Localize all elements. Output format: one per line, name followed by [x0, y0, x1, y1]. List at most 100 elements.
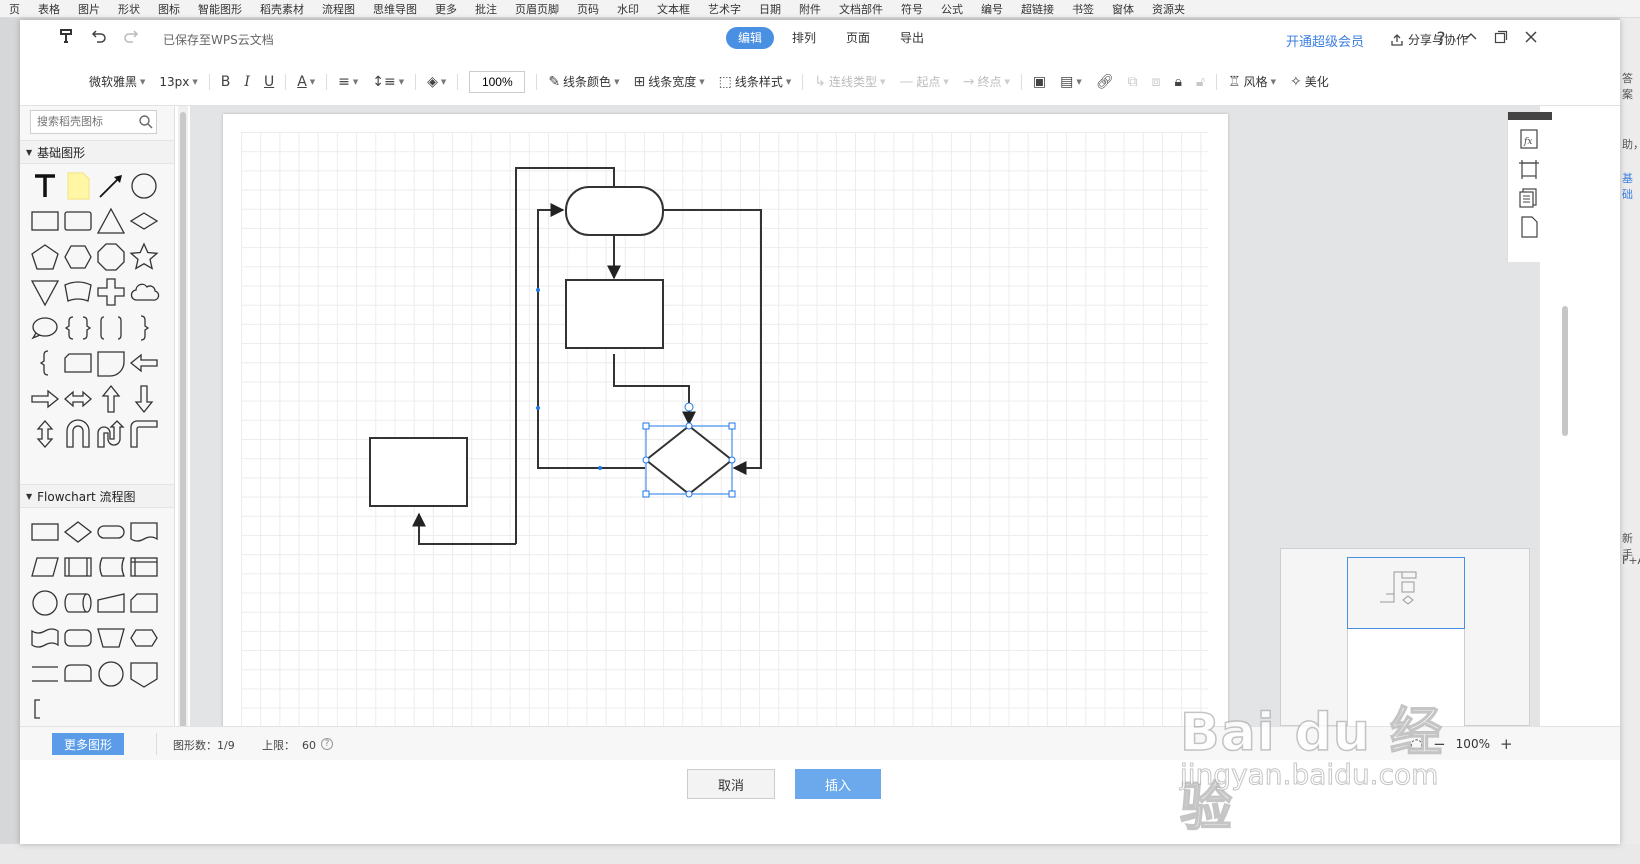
underline-button[interactable]: U: [257, 70, 281, 94]
connector-waypoint[interactable]: [536, 406, 540, 410]
connector-to-small-box[interactable]: [412, 512, 516, 545]
shape-inverted-triangle[interactable]: [28, 275, 61, 311]
font-size-select[interactable]: 13px ▼: [152, 70, 204, 94]
category-flowchart[interactable]: ▼ Flowchart 流程图: [20, 484, 174, 508]
flow-data[interactable]: [28, 550, 61, 586]
link-button[interactable]: 🔗︎: [1089, 70, 1121, 94]
end-point-button[interactable]: → 终点 ▼: [956, 70, 1017, 94]
flow-terminator[interactable]: [94, 514, 127, 550]
shape-brackets[interactable]: [94, 310, 127, 346]
shape-speech-bubble[interactable]: [28, 310, 61, 346]
connector-type-button[interactable]: ↳ 连线类型 ▼: [807, 70, 892, 94]
shape-down-arrow[interactable]: [127, 381, 160, 417]
fill-color-button[interactable]: ◈ ▼: [420, 70, 453, 94]
ungroup-button[interactable]: ⧈: [1145, 70, 1168, 94]
formula-icon[interactable]: fx: [1516, 126, 1542, 152]
shape-cloud[interactable]: [127, 275, 160, 311]
flow-connector[interactable]: [28, 585, 61, 621]
shape-left-brace[interactable]: [28, 346, 61, 382]
flow-annotation[interactable]: [28, 692, 61, 728]
shape-diamond[interactable]: [127, 204, 160, 240]
bold-button[interactable]: B: [214, 70, 238, 94]
flow-document[interactable]: [127, 514, 160, 550]
shape-round-corner[interactable]: [94, 346, 127, 382]
shape-star[interactable]: [127, 239, 160, 275]
shape-circle[interactable]: [127, 168, 160, 204]
zoom-stepper[interactable]: [462, 70, 532, 94]
resize-handle[interactable]: [728, 422, 736, 430]
flow-delay[interactable]: [61, 656, 94, 692]
unlock-button[interactable]: 🔓︎: [1189, 70, 1212, 94]
rotate-handle[interactable]: [684, 402, 694, 412]
shape-pentagon[interactable]: [28, 239, 61, 275]
undo-icon[interactable]: [88, 28, 110, 50]
start-point-button[interactable]: — 起点 ▼: [892, 70, 955, 94]
connection-point[interactable]: [685, 490, 693, 498]
tab-edit[interactable]: 编辑: [726, 27, 775, 49]
shape-braces[interactable]: [61, 310, 94, 346]
group-button[interactable]: ⧉: [1121, 70, 1145, 94]
close-icon[interactable]: [1520, 28, 1542, 50]
flow-terminator-shape[interactable]: [565, 186, 664, 236]
insert-image-button[interactable]: ▣: [1026, 70, 1053, 94]
insert-button[interactable]: 插入: [795, 769, 881, 799]
style-button[interactable]: ♖ 风格 ▼: [1221, 70, 1283, 94]
search-icon[interactable]: [138, 114, 154, 130]
flow-decision[interactable]: [61, 514, 94, 550]
flow-parallel-lines[interactable]: [28, 656, 61, 692]
shape-wave-banner[interactable]: [61, 275, 94, 311]
shape-rounded-rectangle[interactable]: [61, 204, 94, 240]
scrollbar-thumb[interactable]: [1562, 306, 1568, 436]
shape-right-brace[interactable]: [127, 310, 160, 346]
tab-export[interactable]: 导出: [888, 27, 936, 49]
connector-waypoint[interactable]: [536, 288, 540, 292]
line-style-button[interactable]: ⬚ 线条样式 ▼: [712, 70, 799, 94]
shape-cross[interactable]: [94, 275, 127, 311]
resize-handle[interactable]: [728, 490, 736, 498]
connector-process-to-decision[interactable]: [613, 354, 696, 426]
resize-handle[interactable]: [642, 422, 650, 430]
connection-point[interactable]: [685, 422, 693, 430]
share-button[interactable]: 分享与协作: [1390, 31, 1468, 48]
page-icon[interactable]: [1516, 214, 1542, 240]
shape-text[interactable]: [28, 168, 61, 204]
shape-s-arrow[interactable]: [94, 417, 127, 453]
shape-left-arrow[interactable]: [127, 346, 160, 382]
flow-process-shape[interactable]: [565, 279, 664, 349]
flow-internal-storage[interactable]: [127, 550, 160, 586]
line-spacing-button[interactable]: ↕≡ ▼: [365, 70, 411, 94]
shape-panel-scrollbar[interactable]: [178, 106, 188, 746]
italic-button[interactable]: I: [237, 70, 257, 94]
line-width-button[interactable]: ⊞ 线条宽度 ▼: [626, 70, 711, 94]
vip-link[interactable]: 开通超级会员: [1286, 31, 1364, 50]
flow-direct-data[interactable]: [61, 585, 94, 621]
flowchart-diagram[interactable]: [223, 114, 1228, 746]
category-basic-shapes[interactable]: ▼ 基础图形: [20, 140, 174, 164]
minimap[interactable]: [1280, 548, 1530, 727]
minimap-viewport[interactable]: [1347, 557, 1465, 629]
collapse-icon[interactable]: [1460, 28, 1482, 50]
zoom-out-icon[interactable]: −: [1433, 735, 1446, 753]
question-icon[interactable]: ?: [321, 738, 333, 750]
flow-predefined-process[interactable]: [61, 550, 94, 586]
shape-u-turn-arrow[interactable]: [61, 417, 94, 453]
canvas-page[interactable]: [223, 114, 1228, 746]
canvas-vertical-scrollbar[interactable]: [1560, 106, 1570, 746]
zoom-input[interactable]: [469, 70, 526, 93]
font-family-select[interactable]: 微软雅黑 ▼: [82, 70, 152, 94]
shape-arrow-line[interactable]: [94, 168, 127, 204]
shape-snip-rectangle[interactable]: [61, 346, 94, 382]
insert-container-button[interactable]: ▤ ▼: [1053, 70, 1089, 94]
beautify-button[interactable]: ✧ 美化: [1283, 70, 1336, 94]
zoom-in-icon[interactable]: +: [1500, 735, 1513, 753]
connection-point[interactable]: [642, 456, 650, 464]
more-shapes-button[interactable]: 更多图形: [52, 733, 124, 755]
shape-note[interactable]: [61, 168, 94, 204]
flow-preparation[interactable]: [127, 621, 160, 657]
font-color-button[interactable]: A ▼: [290, 70, 322, 94]
flow-stored-data[interactable]: [94, 550, 127, 586]
flow-card[interactable]: [127, 585, 160, 621]
align-button[interactable]: ≡ ▼: [331, 70, 365, 94]
line-color-button[interactable]: ✎ 线条颜色 ▼: [541, 70, 626, 94]
pages-icon[interactable]: [1516, 184, 1542, 210]
